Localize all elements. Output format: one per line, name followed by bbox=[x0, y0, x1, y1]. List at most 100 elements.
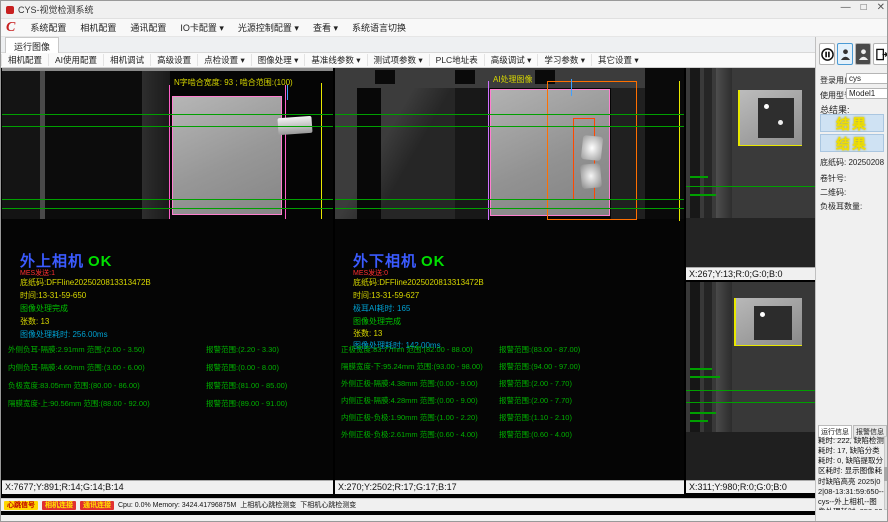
machinery-texture bbox=[455, 70, 475, 84]
process-done-text: 图像处理完成 bbox=[20, 303, 68, 314]
machinery-texture bbox=[686, 218, 815, 267]
camera-statusbar-small-top: X:267;Y:13;R:0;G:0;B:0 bbox=[686, 267, 815, 280]
sidebar-button-row bbox=[819, 43, 888, 65]
measure-line bbox=[335, 114, 684, 115]
roi-label: AI处理图像 bbox=[493, 74, 533, 85]
tool-image-processing[interactable]: 图像处理 ▾ bbox=[251, 54, 305, 66]
pause-button[interactable] bbox=[819, 43, 835, 65]
measurement-row: 隔膜宽度-上:90.56mm 范围:(88.00 - 92.00) 报警范围:(… bbox=[8, 398, 287, 409]
measurement-row: 外侧正极-隔膜:4.38mm 范围:(0.00 - 9.00) 报警范围:(2.… bbox=[341, 378, 572, 389]
model-field[interactable] bbox=[846, 88, 888, 99]
menu-view[interactable]: 查看 ▾ bbox=[306, 21, 345, 34]
measurement-row: 内侧正极-隔膜:4.28mm 范围:(0.00 - 9.00) 报警范围:(2.… bbox=[341, 395, 572, 406]
camera-image-upper[interactable]: N字啮合宽度: 93 ; 啮合范围:(100) 外上相机OK MES发送:1 底… bbox=[2, 68, 333, 480]
ok-status: OK bbox=[88, 253, 113, 270]
menu-light-config[interactable]: 光源控制配置 ▾ bbox=[231, 21, 306, 34]
camera-image-small-bottom[interactable] bbox=[686, 282, 815, 480]
tool-camera-config[interactable]: 相机配置 bbox=[1, 54, 48, 66]
brand-logo-icon: C bbox=[6, 20, 15, 36]
tool-test-params[interactable]: 测试项参数 ▾ bbox=[367, 54, 429, 66]
maximize-button[interactable]: □ bbox=[861, 2, 867, 13]
part-core bbox=[758, 98, 794, 138]
measurement-row: 外侧负耳-隔膜:2.91mm 范围:(2.00 - 3.50) 报警范围:(2.… bbox=[8, 344, 279, 355]
time-text: 时间:13-31-59-627 bbox=[353, 290, 419, 301]
highlight-spot bbox=[778, 120, 783, 125]
user-login-button[interactable] bbox=[837, 43, 853, 65]
tool-ai-usage-config[interactable]: AI使用配置 bbox=[48, 54, 103, 66]
camera-panel-lower: AI处理图像 外下相机OK MES发送:0 底纸码:DFFline2025020… bbox=[335, 68, 684, 508]
app-icon bbox=[6, 6, 14, 14]
batch-code-text: 底纸码:DFFline2025020813313472B bbox=[20, 277, 151, 288]
login-user-field[interactable] bbox=[846, 73, 888, 84]
camera-panel-small-top: X:267;Y:13;R:0;G:0;B:0 bbox=[686, 68, 815, 281]
machinery-texture bbox=[686, 432, 815, 480]
machinery-texture bbox=[45, 71, 142, 219]
roi-label: N字啮合宽度: 93 ; 啮合范围:(100) bbox=[174, 77, 293, 88]
camera-panel-small-bottom: X:311;Y:980;R:0;G:0;B:0 bbox=[686, 282, 815, 508]
batch-code-label: 底纸码: 20250208 bbox=[820, 157, 884, 168]
tiny-annotation bbox=[690, 420, 708, 422]
camera-statusbar-upper: X:7677;Y:891;R:14;G:14;B:14 bbox=[2, 480, 333, 494]
measure-line bbox=[2, 114, 333, 115]
ok-status: OK bbox=[421, 253, 446, 270]
frame-count-text: 张数: 13 bbox=[20, 316, 49, 327]
measure-line bbox=[335, 208, 684, 209]
lower-camera-heartbeat-text: 下相机心跳检测变 bbox=[300, 500, 356, 510]
measurement-row: 负极宽度:83.05mm 范围:(80.00 - 86.00) 报警范围:(81… bbox=[8, 380, 287, 391]
exit-button[interactable] bbox=[873, 43, 888, 65]
tool-camera-debug[interactable]: 相机调试 bbox=[103, 54, 150, 66]
highlight-spot bbox=[764, 104, 769, 109]
measurement-row: 正极宽度:83.77mm 范围:(82.00 - 88.00) 报警范围:(83… bbox=[341, 344, 580, 355]
measure-line bbox=[335, 126, 684, 127]
tool-other-settings[interactable]: 其它设置 ▾ bbox=[591, 54, 645, 66]
app-window: CYS-视觉检测系统 — □ ✕ C 系统配置 相机配置 通讯配置 IO卡配置 … bbox=[0, 0, 888, 522]
machinery-texture bbox=[2, 71, 42, 219]
menu-bar: C 系统配置 相机配置 通讯配置 IO卡配置 ▾ 光源控制配置 ▾ 查看 ▾ 系… bbox=[1, 19, 888, 37]
elapsed-text: 图像处理耗时: 256.00ms bbox=[20, 329, 108, 340]
measure-line bbox=[686, 402, 815, 403]
tool-spot-check[interactable]: 点检设置 ▾ bbox=[197, 54, 251, 66]
menu-io-config[interactable]: IO卡配置 ▾ bbox=[173, 21, 231, 34]
tab-run-image[interactable]: 运行图像 bbox=[5, 37, 59, 53]
highlight-spot bbox=[760, 312, 765, 317]
result-box-2: 结果 bbox=[820, 134, 884, 152]
tiny-annotation bbox=[690, 376, 720, 378]
log-scrollbar-thumb[interactable] bbox=[884, 467, 887, 481]
menu-comm-config[interactable]: 通讯配置 bbox=[123, 21, 173, 34]
title-bar: CYS-视觉检测系统 — □ ✕ bbox=[1, 1, 888, 19]
pin-number-label: 卷针号: bbox=[820, 173, 846, 184]
camera-image-small-top[interactable] bbox=[686, 68, 815, 267]
camera-image-lower[interactable]: AI处理图像 外下相机OK MES发送:0 底纸码:DFFline2025020… bbox=[335, 68, 684, 480]
log-scrollbar[interactable] bbox=[884, 436, 888, 510]
close-button[interactable]: ✕ bbox=[877, 2, 885, 13]
tool-advanced-settings[interactable]: 高级设置 bbox=[150, 54, 197, 66]
tool-advanced-debug[interactable]: 高级调试 ▾ bbox=[484, 54, 538, 66]
tiny-annotation bbox=[690, 412, 716, 414]
tool-learning-params[interactable]: 学习参数 ▾ bbox=[537, 54, 591, 66]
part-core bbox=[754, 306, 792, 340]
app-statusbar: 心跳信号 相机连接 通讯连接 Cpu: 0.0% Memory: 3424.41… bbox=[1, 498, 815, 511]
upper-camera-heartbeat-text: 上相机心跳检测变 bbox=[240, 500, 296, 510]
camera-link-badge: 相机连接 bbox=[42, 501, 76, 510]
tiny-annotation bbox=[690, 194, 716, 196]
menu-system-config[interactable]: 系统配置 bbox=[23, 21, 73, 34]
frame-count-text: 张数: 13 bbox=[353, 328, 382, 339]
main-viewport: N字啮合宽度: 93 ; 啮合范围:(100) 外上相机OK MES发送:1 底… bbox=[1, 68, 815, 515]
tool-bar: 相机配置 AI使用配置 相机调试 高级设置 点检设置 ▾ 图像处理 ▾ 基准线参… bbox=[1, 53, 888, 68]
measurement-row: 内侧负耳-隔膜:4.60mm 范围:(3.00 - 6.00) 报警范围:(0.… bbox=[8, 362, 279, 373]
tool-plc-address[interactable]: PLC地址表 bbox=[429, 54, 484, 66]
heartbeat-badge: 心跳信号 bbox=[4, 501, 38, 510]
operator-button[interactable] bbox=[855, 43, 871, 65]
ai-time-text: 极耳AI耗时: 165 bbox=[353, 303, 410, 314]
batch-code-text: 底纸码:DFFline2025020813313472B bbox=[353, 277, 484, 288]
machinery-texture bbox=[142, 71, 170, 219]
measurement-row: 内侧正极-负极:1.90mm 范围:(1.00 - 2.20) 报警范围:(1.… bbox=[341, 412, 572, 423]
machinery-texture bbox=[375, 70, 395, 84]
measure-line bbox=[335, 199, 684, 200]
menu-camera-config[interactable]: 相机配置 bbox=[73, 21, 123, 34]
menu-language-switch[interactable]: 系统语言切换 bbox=[345, 21, 413, 34]
measurement-row: 隔膜宽度-下:95.24mm 范围:(93.00 - 98.00) 报警范围:(… bbox=[341, 361, 580, 372]
camera-panel-upper: N字啮合宽度: 93 ; 啮合范围:(100) 外上相机OK MES发送:1 底… bbox=[2, 68, 333, 508]
minimize-button[interactable]: — bbox=[841, 2, 851, 13]
tool-baseline-params[interactable]: 基准线参数 ▾ bbox=[304, 54, 366, 66]
